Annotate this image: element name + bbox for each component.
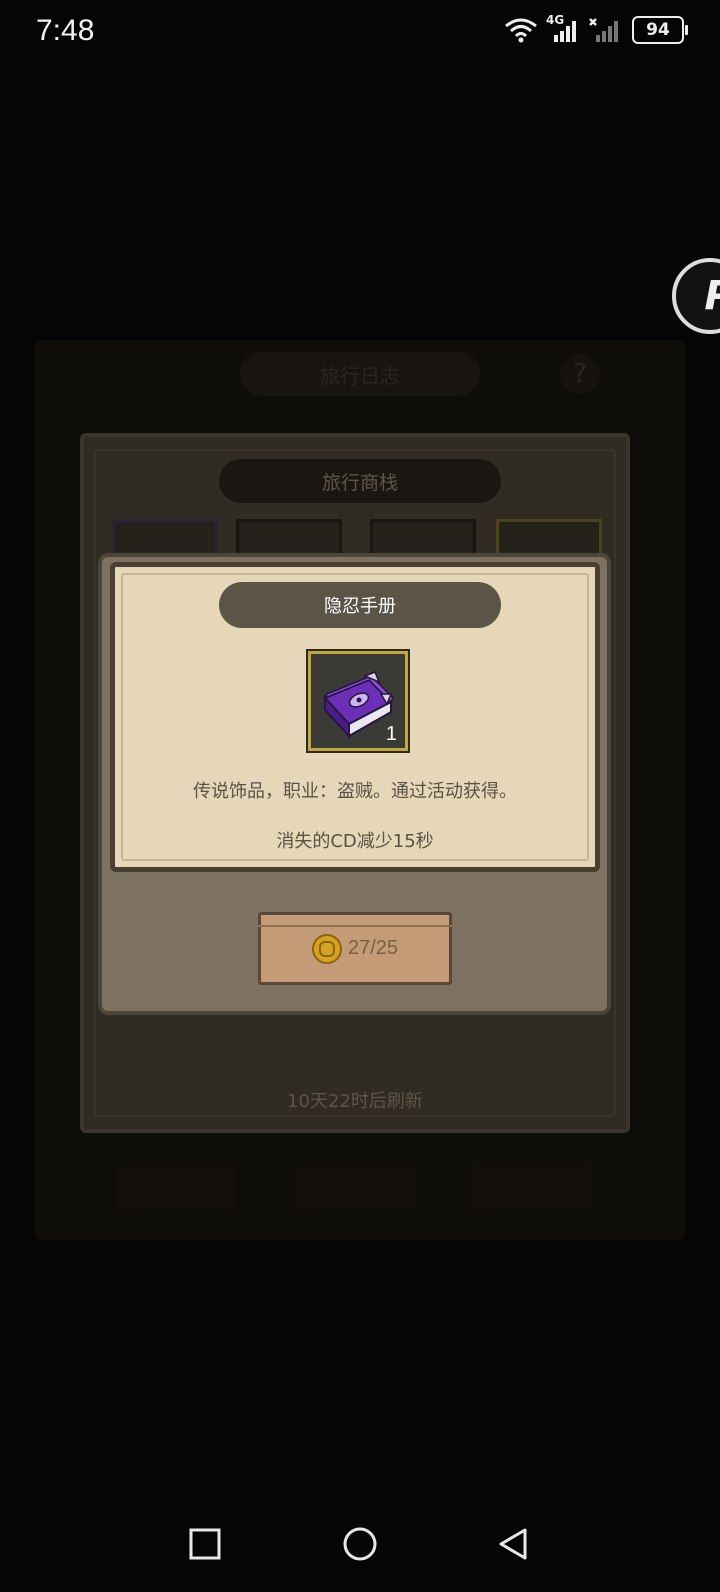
journal-title: 旅行日志 [240, 352, 480, 396]
item-description: 传说饰品，职业：盗贼。通过活动获得。 [193, 781, 517, 802]
status-bar: 7:48 4G 94 [0, 0, 720, 64]
buy-price: 27/25 [347, 937, 399, 959]
background-tab-button [118, 1162, 238, 1212]
background-tab-button [472, 1162, 592, 1212]
back-triangle-icon [499, 1528, 527, 1560]
background-tab-button [295, 1162, 415, 1212]
recent-apps-button[interactable] [180, 1522, 230, 1566]
floating-assistant-icon[interactable]: P [672, 258, 720, 334]
item-effect: 消失的CD减少15秒 [276, 831, 434, 852]
help-icon: ? [560, 354, 600, 394]
back-button[interactable] [488, 1522, 538, 1566]
item-icon-frame: 1 [306, 649, 410, 753]
square-icon [189, 1528, 221, 1560]
status-time: 7:48 [36, 14, 95, 47]
status-icons: 4G 94 [504, 13, 688, 44]
shop-refresh-timer: 10天22时后刷新 [287, 1091, 423, 1112]
circle-icon [343, 1527, 377, 1561]
battery-indicator: 94 [632, 16, 688, 44]
wifi-icon [505, 18, 537, 43]
signal-4g-icon: 4G [546, 13, 578, 43]
signal-no-service-icon [589, 18, 618, 42]
system-nav-bar [0, 1500, 720, 1592]
home-button[interactable] [335, 1522, 385, 1566]
buy-button[interactable]: 27/25 [258, 912, 452, 985]
button-plank-line [258, 925, 452, 927]
item-count: 1 [385, 723, 397, 745]
item-info-card: 隐忍手册 1 传说饰品，职业：盗贼。通过活动获得。 消失的CD减少15秒 [110, 562, 600, 872]
gold-coin-icon [311, 933, 342, 964]
shop-title: 旅行商栈 [219, 459, 501, 503]
item-name: 隐忍手册 [219, 582, 501, 628]
